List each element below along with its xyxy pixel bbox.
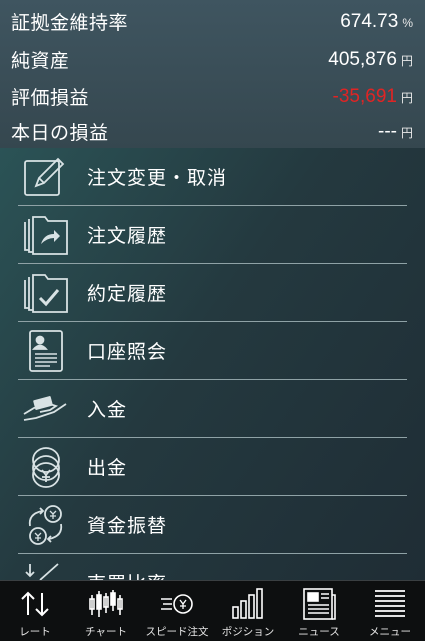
net-assets-value: 405,876 円 — [328, 49, 413, 71]
account-summary: 証拠金維持率 674.73 % 純資産 405,876 円 評価損益 -35,6… — [0, 0, 425, 148]
menu-item-order-modify-cancel[interactable]: 注文変更・取消 — [18, 148, 407, 206]
tab-rate[interactable]: レート — [0, 581, 70, 641]
menu-item-label: 入金 — [87, 399, 128, 421]
tab-chart[interactable]: チャート — [71, 581, 141, 641]
today-pl-label: 本日の損益 — [11, 122, 109, 144]
valuation-pl-value: -35,691 円 — [333, 86, 413, 108]
tab-label: ニュース — [298, 626, 340, 638]
menu-item-deposit[interactable]: 入金 — [18, 380, 407, 438]
speed-order-icon — [159, 587, 195, 621]
menu-item-label: 注文履歴 — [87, 225, 168, 247]
candlestick-chart-icon — [88, 587, 124, 621]
rate-arrows-icon — [17, 587, 53, 621]
execution-history-icon — [20, 270, 70, 316]
valuation-pl-row: 評価損益 -35,691 円 — [0, 78, 425, 115]
menu-list-icon — [372, 587, 408, 621]
net-assets-number: 405,876 — [328, 48, 397, 70]
menu-item-trade-ratio[interactable]: 売買比率 — [18, 554, 407, 580]
tab-menu[interactable]: メニュー — [355, 581, 425, 641]
menu-item-label: 注文変更・取消 — [87, 167, 228, 189]
tab-label: スピード注文 — [145, 626, 209, 638]
order-history-icon — [20, 212, 70, 258]
tab-label: メニュー — [369, 626, 411, 638]
menu-item-label: 売買比率 — [87, 569, 167, 580]
main-menu-list: 注文変更・取消 注文履歴 約定履歴 口座照会 入金 出金 資金振替 — [0, 148, 425, 580]
valuation-pl-label: 評価損益 — [11, 87, 90, 109]
valuation-pl-number: -35,691 — [332, 85, 397, 107]
menu-item-label: 口座照会 — [87, 341, 168, 363]
tab-news[interactable]: ニュース — [284, 581, 354, 641]
today-pl-value: --- 円 — [378, 121, 413, 143]
tab-label: チャート — [85, 626, 127, 638]
position-bars-icon — [230, 587, 266, 621]
news-icon — [301, 587, 337, 621]
net-assets-row: 純資産 405,876 円 — [0, 41, 425, 78]
yen-transfer-icon — [20, 502, 70, 548]
tab-position[interactable]: ポジション — [213, 581, 283, 641]
yen-unit: 円 — [400, 125, 413, 140]
today-pl-number: --- — [378, 120, 397, 142]
menu-item-fund-transfer[interactable]: 資金振替 — [18, 496, 407, 554]
yen-unit: 円 — [400, 53, 413, 68]
menu-item-account-inquiry[interactable]: 口座照会 — [18, 322, 407, 380]
margin-ratio-number: 674.73 — [340, 10, 399, 32]
bottom-tab-bar: レート チャート スピード注文 ポジション ニュース メニュー — [0, 580, 425, 641]
menu-item-label: 資金振替 — [87, 515, 168, 537]
percent-unit: % — [402, 15, 413, 30]
menu-item-label: 約定履歴 — [87, 283, 168, 305]
yen-unit: 円 — [400, 90, 413, 105]
menu-item-order-history[interactable]: 注文履歴 — [18, 206, 407, 264]
today-pl-row: 本日の損益 --- 円 — [0, 113, 425, 150]
deposit-hand-icon — [20, 386, 70, 432]
pencil-edit-icon — [20, 154, 70, 200]
menu-item-label: 出金 — [87, 457, 128, 479]
tab-label: ポジション — [221, 626, 275, 638]
tab-label: レート — [19, 626, 51, 638]
margin-ratio-row: 証拠金維持率 674.73 % — [0, 3, 425, 40]
net-assets-label: 純資産 — [11, 50, 70, 72]
coins-withdraw-icon — [20, 444, 70, 490]
menu-item-execution-history[interactable]: 約定履歴 — [18, 264, 407, 322]
menu-item-withdraw[interactable]: 出金 — [18, 438, 407, 496]
margin-ratio-label: 証拠金維持率 — [11, 12, 129, 34]
ratio-chart-icon — [20, 560, 70, 580]
account-document-icon — [20, 328, 70, 374]
margin-ratio-value: 674.73 % — [340, 11, 413, 33]
tab-speed-order[interactable]: スピード注文 — [142, 581, 212, 641]
